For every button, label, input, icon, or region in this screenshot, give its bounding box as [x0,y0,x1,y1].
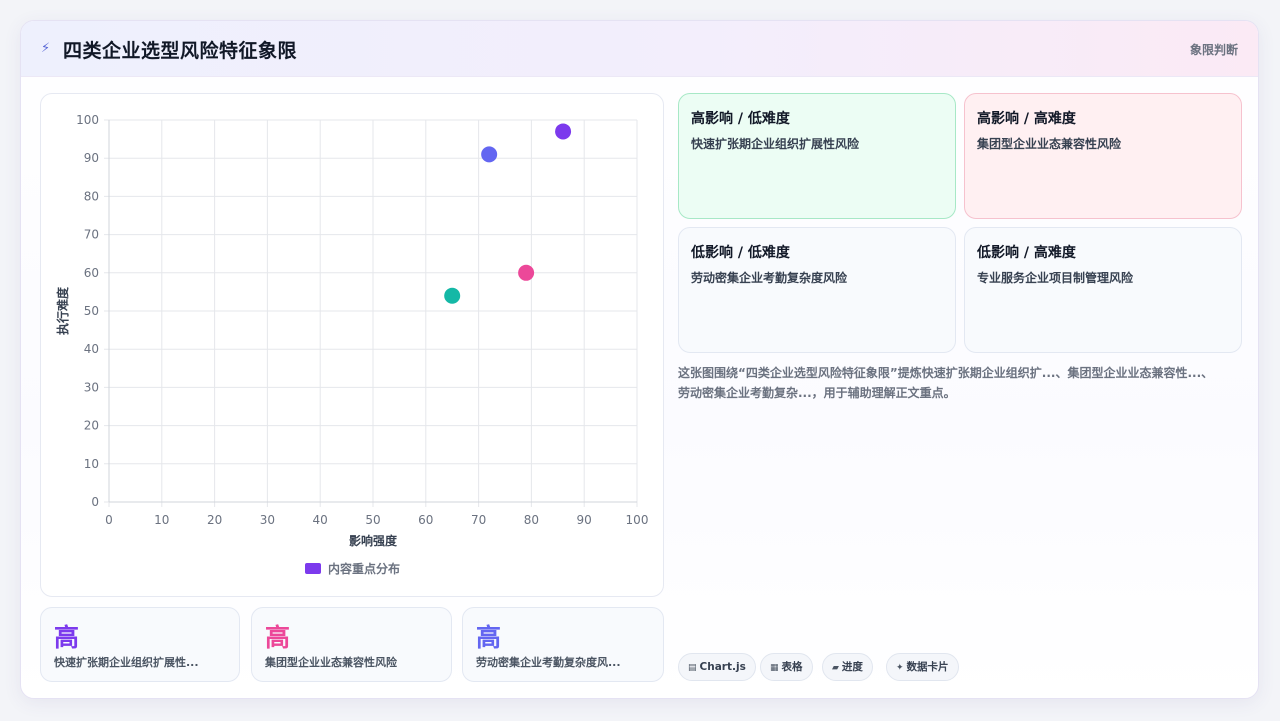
y-tick-label: 70 [84,228,99,242]
y-tick-label: 10 [84,457,99,471]
x-tick-label: 20 [207,513,222,527]
quadrant-high-impact-low-difficulty: 高影响 / 低难度 快速扩张期企业组织扩展性风险 [678,93,956,219]
scatter-chart-panel: 0 10 20 30 40 50 60 70 80 90 100 0 10 20 30 40 50 60 70 80 9… [40,93,664,597]
stat-value: 高 [54,623,80,652]
y-tick-label: 100 [76,113,99,127]
quadrant-item: 快速扩张期企业组织扩展性风险 [691,137,860,151]
x-tick-label: 60 [418,513,433,527]
scatter-point [481,146,498,163]
x-tick-label: 10 [154,513,169,527]
quadrant-low-impact-high-difficulty: 低影响 / 高难度 专业服务企业项目制管理风险 [964,227,1242,353]
quadrant-high-impact-high-difficulty: 高影响 / 高难度 集团型企业业态兼容性风险 [964,93,1242,219]
sparkle-icon: ✦ [896,663,904,673]
stat-card-1: 高 快速扩张期企业组织扩展性... [40,607,240,682]
x-tick-label: 30 [260,513,275,527]
x-tick-label: 90 [577,513,592,527]
progress-icon: ▰ [832,663,839,673]
x-tick-label: 0 [105,513,113,527]
y-tick-label: 60 [84,266,99,280]
scatter-point [518,264,535,281]
stat-label: 劳动密集企业考勤复杂度风... [476,656,621,669]
chip-chartjs[interactable]: ▤ Chart.js [678,653,756,681]
x-tick-label: 100 [626,513,649,527]
y-tick-label: 90 [84,151,99,165]
x-tick-label: 50 [365,513,380,527]
stat-card-3: 高 劳动密集企业考勤复杂度风... [462,607,664,682]
x-axis-title: 影响强度 [349,533,398,548]
chip-label: 进度 [841,661,863,673]
legend-swatch [305,563,321,574]
x-tick-label: 80 [524,513,539,527]
chip-data-card[interactable]: ✦ 数据卡片 [886,653,959,681]
quadrant-title: 低影响 / 高难度 [977,245,1076,261]
chip-table[interactable]: ▦ 表格 [760,653,813,681]
stat-card-2: 高 集团型企业业态兼容性风险 [251,607,452,682]
stat-label: 集团型企业业态兼容性风险 [265,656,397,669]
stat-label: 快速扩张期企业组织扩展性... [54,656,199,669]
y-tick-label: 50 [84,304,99,318]
quadrant-title: 高影响 / 低难度 [691,111,790,127]
legend-label: 内容重点分布 [328,561,400,576]
table-icon: ▦ [770,663,779,673]
scatter-chart: 0 10 20 30 40 50 60 70 80 90 100 0 10 20 30 40 50 60 70 80 9… [55,113,649,576]
y-tick-label: 0 [91,495,99,509]
scatter-point [444,287,461,304]
chart-description: 这张图围绕“四类企业选型风险特征象限”提炼快速扩张期企业组织扩...、集团型企业… [678,366,1214,400]
y-tick-label: 30 [84,380,99,394]
lightning-icon: ⚡ [41,41,51,56]
y-axis-title: 执行难度 [55,286,70,335]
y-tick-label: 80 [84,189,99,203]
card-header: ⚡ 四类企业选型风险特征象限 象限判断 [21,21,1258,77]
quadrant-card: ⚡ 四类企业选型风险特征象限 象限判断 0 10 20 30 40 50 60 70 80 90 1… [20,20,1259,699]
chart-icon: ▤ [688,663,697,673]
chip-progress[interactable]: ▰ 进度 [822,653,873,681]
header-tag: 象限判断 [1189,43,1238,57]
chip-label: Chart.js [699,661,746,673]
stat-value: 高 [476,623,502,652]
quadrant-low-impact-low-difficulty: 低影响 / 低难度 劳动密集企业考勤复杂度风险 [678,227,956,353]
x-tick-label: 70 [471,513,486,527]
chip-label: 表格 [781,661,803,673]
quadrant-title: 高影响 / 高难度 [977,111,1076,127]
scatter-point [555,123,572,140]
quadrant-item: 集团型企业业态兼容性风险 [977,137,1122,151]
x-tick-label: 40 [313,513,328,527]
chip-label: 数据卡片 [906,661,949,673]
y-tick-label: 40 [84,342,99,356]
quadrant-title: 低影响 / 低难度 [691,245,790,261]
quadrant-item: 劳动密集企业考勤复杂度风险 [691,271,848,285]
y-tick-label: 20 [84,419,99,433]
page-title: 四类企业选型风险特征象限 [63,40,298,62]
stat-value: 高 [265,623,291,652]
quadrant-item: 专业服务企业项目制管理风险 [977,271,1134,285]
